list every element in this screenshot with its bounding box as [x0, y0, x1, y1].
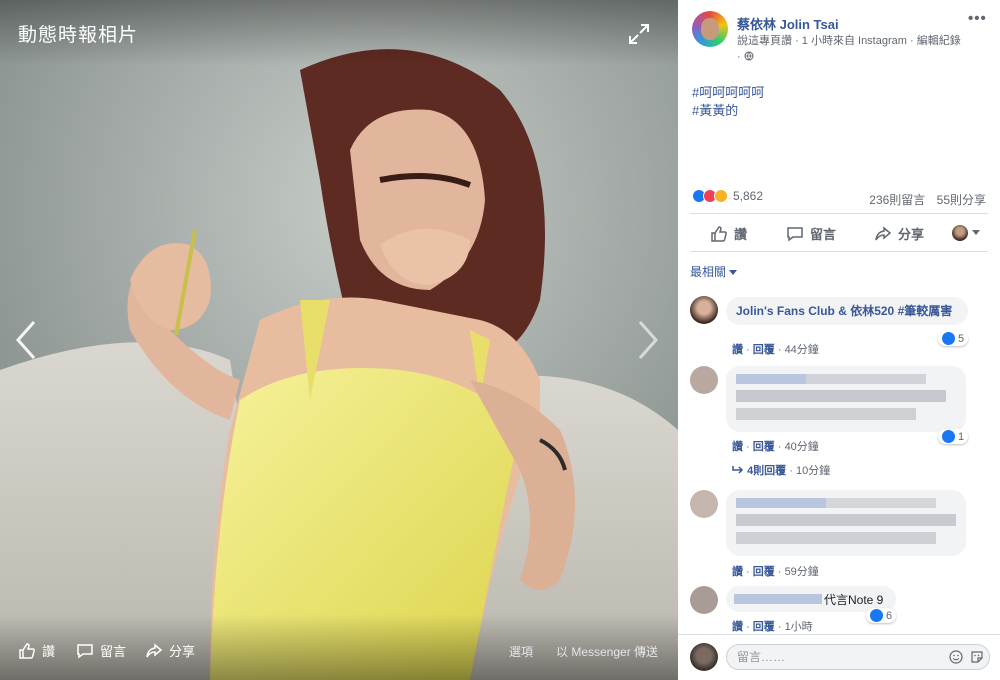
- caret-down-icon: [729, 270, 738, 275]
- like-reaction-icon: [942, 430, 955, 443]
- shares-count-link[interactable]: 55則分享: [937, 193, 986, 207]
- commenter-avatar[interactable]: [690, 586, 718, 614]
- reaction-count: 6: [886, 609, 893, 622]
- globe-icon: [744, 51, 754, 61]
- comments-count-link[interactable]: 236則留言: [869, 193, 925, 207]
- viewer-like-button[interactable]: 讚: [18, 641, 55, 660]
- comment-like-link[interactable]: 讚: [732, 344, 743, 356]
- engagement-counts: 236則留言 55則分享: [861, 191, 986, 208]
- replies-count: 4則回覆: [747, 465, 787, 477]
- post-meta: 說這專頁讚 · 1 小時來自 Instagram · 編輯紀錄 ·: [737, 33, 977, 65]
- divider: [690, 213, 988, 214]
- previous-photo-arrow-icon[interactable]: [14, 318, 38, 362]
- comment-actions: 讚 · 回覆 · 59分鐘: [732, 566, 819, 578]
- thumbs-up-icon: [711, 225, 727, 242]
- replies-time: 10分鐘: [795, 465, 831, 477]
- post-time-source: · 1 小時來自 Instagram · 編輯紀錄: [795, 35, 961, 47]
- divider: [690, 251, 988, 252]
- comment-reaction-count[interactable]: 5: [938, 331, 969, 346]
- viewer-comment-label: 留言: [100, 644, 127, 659]
- sticker-icon[interactable]: [970, 650, 984, 664]
- viewer-share-label: 分享: [169, 644, 196, 659]
- like-reaction-icon: [942, 332, 955, 345]
- comment-like-link[interactable]: 讚: [732, 566, 743, 578]
- page-like-link[interactable]: 說這專頁讚: [737, 35, 792, 47]
- viewer-comment-button[interactable]: 留言: [76, 641, 126, 660]
- comment-actions: 讚 · 回覆 · 1小時: [732, 621, 813, 633]
- comment-like-link[interactable]: 讚: [732, 621, 743, 633]
- viewer-like-label: 讚: [42, 644, 56, 659]
- hashtag-link[interactable]: #呵呵呵呵呵: [692, 82, 764, 101]
- share-label: 分享: [898, 227, 925, 242]
- comment-reaction-count[interactable]: 1: [938, 429, 969, 444]
- viewer-title: 動態時報相片: [18, 25, 139, 46]
- hashtag-link[interactable]: #黃黃的: [692, 100, 738, 119]
- post-as-selector[interactable]: [952, 225, 980, 241]
- avatar: [952, 225, 968, 241]
- comment-time: 1小時: [784, 621, 813, 633]
- comment-author-link[interactable]: Jolin's Fans Club & 依林520: [736, 304, 894, 318]
- blurred-comment: [726, 490, 966, 556]
- comment-text: 代言Note 9: [824, 593, 884, 607]
- reaction-count: 5,862: [733, 189, 764, 203]
- like-button[interactable]: 讚: [710, 224, 747, 243]
- emoji-icon[interactable]: [949, 650, 963, 664]
- comment-bubble-icon: [77, 643, 93, 658]
- send-in-messenger-link[interactable]: 以 Messenger 傳送: [556, 643, 658, 660]
- commenter-avatar[interactable]: [690, 366, 718, 394]
- reply-arrow-icon: [732, 466, 744, 474]
- haha-reaction-icon: [714, 189, 728, 203]
- comment-time: 40分鐘: [784, 441, 819, 453]
- sort-label: 最相關: [690, 265, 727, 279]
- reaction-count: 5: [958, 332, 965, 345]
- commenter-avatar[interactable]: [690, 296, 718, 324]
- like-label: 讚: [734, 227, 748, 242]
- reaction-count: 1: [958, 430, 965, 443]
- more-options-icon[interactable]: •••: [968, 10, 987, 27]
- commenter-avatar[interactable]: [690, 490, 718, 518]
- like-reaction-icon: [870, 609, 883, 622]
- comment-button[interactable]: 留言: [786, 224, 836, 243]
- current-user-avatar: [690, 643, 718, 671]
- page-name-link[interactable]: 蔡依林 Jolin Tsai: [737, 14, 839, 33]
- view-replies-link[interactable]: 4則回覆 · 10分鐘: [732, 462, 830, 478]
- comment-reply-link[interactable]: 回覆: [753, 344, 775, 356]
- viewer-options-link[interactable]: 選項: [509, 643, 533, 660]
- comment-time: 44分鐘: [784, 344, 819, 356]
- comment-reply-link[interactable]: 回覆: [753, 621, 775, 633]
- caret-down-icon: [972, 230, 980, 235]
- meta-dot: ·: [737, 51, 741, 63]
- photo-image: [0, 0, 678, 680]
- comment-label: 留言: [810, 227, 837, 242]
- comment-bubble-icon: [787, 226, 803, 241]
- share-arrow-icon: [875, 225, 892, 240]
- comment-sort-dropdown[interactable]: 最相關: [690, 263, 738, 280]
- comment-hashtag-link[interactable]: #筆較厲害: [898, 304, 953, 318]
- comment-bubble: Jolin's Fans Club & 依林520 #筆較厲害: [726, 297, 968, 325]
- page-avatar[interactable]: [692, 11, 728, 47]
- comment-like-link[interactable]: 讚: [732, 441, 743, 453]
- comment-actions: 讚 · 回覆 · 40分鐘: [732, 441, 819, 453]
- comment-reply-link[interactable]: 回覆: [753, 441, 775, 453]
- thumbs-up-icon: [19, 642, 35, 659]
- post-side-panel: 蔡依林 Jolin Tsai 說這專頁讚 · 1 小時來自 Instagram …: [678, 0, 1000, 680]
- comment-reply-link[interactable]: 回覆: [753, 566, 775, 578]
- reaction-summary[interactable]: 5,862: [692, 189, 763, 203]
- comment-composer: [678, 634, 1000, 680]
- comment-reaction-count[interactable]: 6: [866, 608, 897, 623]
- viewer-share-button[interactable]: 分享: [145, 641, 195, 660]
- share-arrow-icon: [146, 642, 163, 657]
- expand-icon[interactable]: [628, 23, 650, 45]
- photo-viewer: 動態時報相片 讚 留言 分享 選項 以 Messenger 傳送: [0, 0, 678, 680]
- share-button[interactable]: 分享: [874, 224, 924, 243]
- comment-time: 59分鐘: [784, 566, 819, 578]
- blurred-comment: [726, 366, 966, 432]
- comment-actions: 讚 · 回覆 · 44分鐘: [732, 344, 819, 356]
- next-photo-arrow-icon[interactable]: [636, 318, 660, 362]
